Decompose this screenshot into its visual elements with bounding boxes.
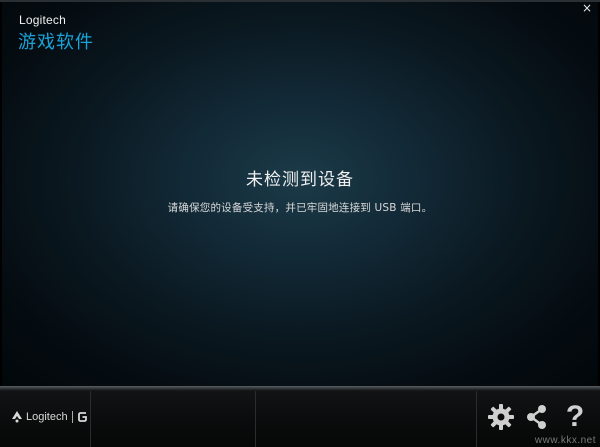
no-device-title: 未检测到设备 — [246, 170, 354, 190]
app-window: × Logitech 游戏软件 未检测到设备 请确保您的设备受支持，并已牢固地连… — [0, 0, 600, 447]
logo-separator — [71, 411, 73, 423]
help-icon: ? — [565, 400, 585, 433]
brand-name: Logitech — [19, 13, 66, 27]
share-button[interactable] — [520, 399, 554, 435]
help-button[interactable]: ? — [558, 399, 592, 435]
main-area — [2, 2, 598, 386]
footer-separator — [255, 391, 256, 447]
share-icon — [527, 405, 546, 429]
g-logo-icon — [77, 412, 87, 422]
logitech-logo-icon — [12, 411, 22, 423]
footer-logo-text: Logitech — [26, 411, 68, 423]
close-button[interactable]: × — [580, 1, 594, 15]
no-device-message: 请确保您的设备受支持，并已牢固地连接到 USB 端口。 — [167, 202, 433, 214]
footer-separator — [90, 391, 91, 447]
gear-icon — [488, 404, 514, 430]
footer-separator — [476, 391, 477, 447]
app-title: 游戏软件 — [18, 32, 94, 53]
settings-button[interactable] — [484, 399, 518, 435]
footer-logo: Logitech — [10, 409, 88, 425]
watermark: www.kkx.net — [534, 435, 596, 446]
footer-bar: Logitech ? — [0, 391, 600, 447]
